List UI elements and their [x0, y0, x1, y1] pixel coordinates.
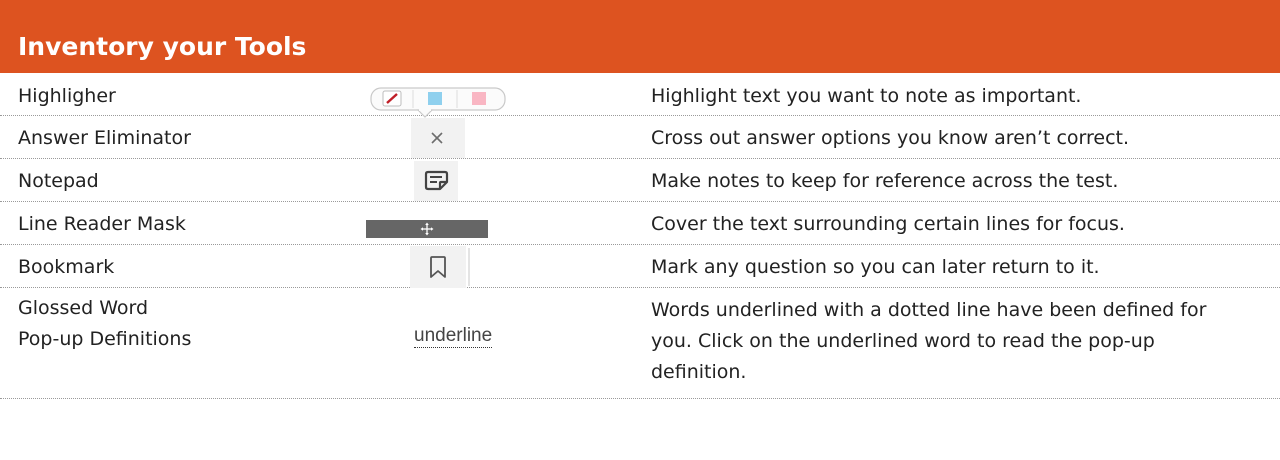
tool-description: Cover the text surrounding certain lines… — [651, 213, 1125, 235]
tool-row-highlighter: Highligher Highlight text you want to no… — [0, 73, 1280, 118]
tool-name: Highligher — [18, 85, 116, 107]
tool-description: Make notes to keep for reference across … — [651, 170, 1119, 192]
tool-name: Answer Eliminator — [18, 127, 191, 149]
notepad-icon — [414, 161, 458, 201]
tool-row-line-reader-mask: Line Reader Mask Cover the text surround… — [0, 202, 1280, 245]
tool-name-line1: Glossed Word — [18, 297, 149, 319]
tool-description: Words underlined with a dotted line have… — [651, 299, 1207, 383]
tool-row-glossed-word: Glossed Word Pop-up Definitions underlin… — [0, 288, 1280, 399]
move-handle-icon — [366, 220, 488, 238]
table-header: Inventory your Tools — [0, 0, 1280, 73]
tool-name: Notepad — [18, 170, 99, 192]
tool-row-bookmark: Bookmark Mark any question so you can la… — [0, 245, 1280, 288]
tool-description: Mark any question so you can later retur… — [651, 256, 1100, 278]
tool-name-line2: Pop-up Definitions — [18, 328, 192, 350]
table-title: Inventory your Tools — [18, 32, 307, 61]
glossed-word-sample: underline — [414, 325, 493, 348]
tool-description: Highlight text you want to note as impor… — [651, 85, 1082, 107]
tool-description: Cross out answer options you know aren’t… — [651, 127, 1130, 149]
tool-name: Line Reader Mask — [18, 213, 186, 235]
bookmark-icon — [410, 246, 472, 288]
close-icon — [411, 118, 465, 158]
tool-row-notepad: Notepad Make notes to keep for reference… — [0, 159, 1280, 202]
tool-row-answer-eliminator: Answer Eliminator Cross out answer optio… — [0, 116, 1280, 159]
tool-name: Bookmark — [18, 256, 115, 278]
